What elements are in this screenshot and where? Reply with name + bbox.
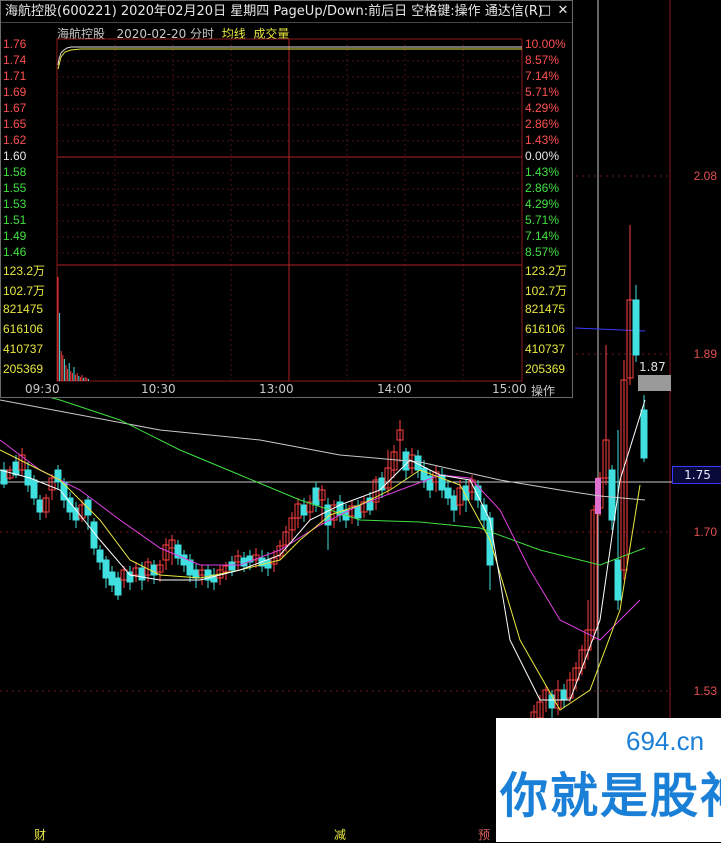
- hover-price-box: [638, 375, 671, 391]
- price-axis-label: 1.70: [693, 525, 717, 539]
- candle: [186, 559, 194, 576]
- intraday-pct-label: 10.00%: [525, 37, 566, 51]
- intraday-pct-label: 8.57%: [525, 53, 560, 67]
- intraday-price-label: 1.46: [3, 245, 27, 259]
- candle: [450, 495, 458, 511]
- intraday-price-label: 1.51: [3, 213, 27, 227]
- intraday-price-label: 1.55: [3, 181, 27, 195]
- event-marker-forecast[interactable]: 预: [478, 826, 490, 843]
- intraday-price-label: 1.58: [3, 165, 27, 179]
- candle: [192, 569, 200, 579]
- time-label: 10:30: [141, 382, 176, 396]
- event-marker-finance[interactable]: 财: [34, 826, 46, 843]
- intraday-price-label: 1.62: [3, 133, 27, 147]
- volume-axis-label: 102.7万: [525, 284, 568, 298]
- intraday-price-label: 1.74: [3, 53, 27, 67]
- price-line: [57, 46, 522, 66]
- intraday-pct-label: 7.14%: [525, 69, 560, 83]
- intraday-price-label: 1.53: [3, 197, 27, 211]
- candle: [114, 577, 122, 596]
- candle: [420, 467, 428, 481]
- candle: [30, 479, 38, 499]
- volume-axis-label: 205369: [3, 362, 44, 376]
- operate-button[interactable]: 操作: [531, 382, 555, 399]
- intraday-price-label: 1.65: [3, 117, 27, 131]
- candle: [640, 409, 648, 459]
- time-label: 15:00: [492, 382, 527, 396]
- candle: [300, 504, 308, 516]
- intraday-chart[interactable]: [1, 1, 572, 397]
- intraday-pct-label: 4.29%: [525, 197, 560, 211]
- event-marker-reduce[interactable]: 减: [334, 826, 346, 843]
- volume-axis-label: 821475: [3, 302, 44, 316]
- candle: [608, 469, 616, 521]
- intraday-pct-label: 4.29%: [525, 101, 560, 115]
- time-label: 14:00: [377, 382, 412, 396]
- candle: [12, 461, 20, 476]
- candle: [96, 549, 104, 563]
- intraday-price-label: 1.71: [3, 69, 27, 83]
- intraday-pct-label: 8.57%: [525, 245, 560, 259]
- intraday-price-label: 1.60: [3, 149, 27, 163]
- volume-axis-label: 410737: [525, 342, 566, 356]
- price-axis-label: 1.89: [693, 347, 717, 361]
- volume-axis-label: 123.2万: [3, 264, 46, 278]
- volume-axis-label: 205369: [525, 362, 566, 376]
- volume-axis-label: 102.7万: [3, 284, 46, 298]
- intraday-popup[interactable]: 海航控股(600221) 2020年02月20日 星期四 PageUp/Down…: [0, 0, 573, 398]
- candle: [354, 505, 362, 519]
- time-label: 13:00: [259, 382, 294, 396]
- candle: [36, 499, 44, 513]
- candle: [126, 571, 134, 583]
- candle: [614, 559, 622, 601]
- intraday-pct-label: 7.14%: [525, 229, 560, 243]
- volume-axis-label: 123.2万: [525, 264, 568, 278]
- intraday-pct-label: 2.86%: [525, 181, 560, 195]
- watermark-logo: 694.cn 你就是股神: [496, 718, 721, 842]
- watermark-url: 694.cn: [626, 726, 705, 756]
- ma10-line: [0, 449, 641, 711]
- candle: [228, 561, 236, 571]
- volume-axis-label: 616106: [3, 322, 44, 336]
- candle: [138, 567, 146, 581]
- hover-price-label: 1.87: [639, 360, 666, 374]
- candle: [632, 299, 640, 356]
- intraday-price-label: 1.49: [3, 229, 27, 243]
- intraday-price-label: 1.67: [3, 101, 27, 115]
- avg-line: [57, 48, 522, 70]
- volume-axis-label: 821475: [525, 302, 566, 316]
- intraday-price-label: 1.76: [3, 37, 27, 51]
- candle: [444, 487, 452, 499]
- candle: [560, 689, 568, 701]
- intraday-pct-label: 5.71%: [525, 213, 560, 227]
- price-axis-label: 2.08: [693, 169, 717, 183]
- candle: [180, 554, 188, 566]
- intraday-pct-label: 5.71%: [525, 85, 560, 99]
- candle: [108, 571, 116, 586]
- volume-axis-label: 410737: [3, 342, 44, 356]
- intraday-pct-label: 0.00%: [525, 149, 560, 163]
- time-label: 09:30: [25, 382, 60, 396]
- price-axis-label: 1.53: [693, 684, 717, 698]
- candle: [102, 559, 110, 579]
- intraday-pct-label: 1.43%: [525, 133, 560, 147]
- candle: [312, 487, 320, 506]
- intraday-pct-label: 1.43%: [525, 165, 560, 179]
- watermark-text: 你就是股神: [500, 768, 721, 824]
- volume-axis-label: 616106: [525, 322, 566, 336]
- current-price-tag: 1.75: [672, 466, 721, 484]
- intraday-price-label: 1.69: [3, 85, 27, 99]
- intraday-pct-label: 2.86%: [525, 117, 560, 131]
